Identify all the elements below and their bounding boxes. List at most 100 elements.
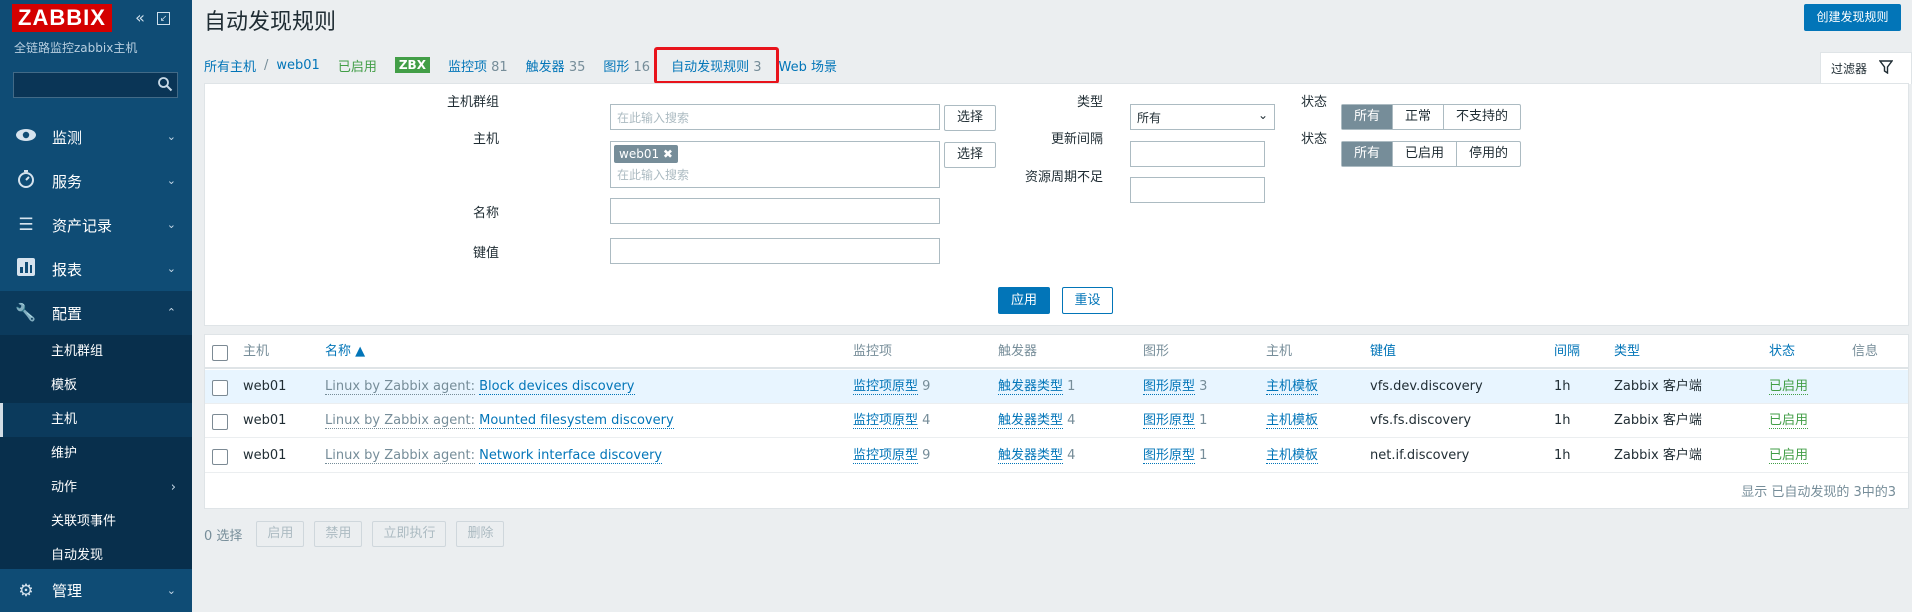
menu-services[interactable]: 服务 ⌄	[0, 159, 192, 203]
select-all-checkbox[interactable]	[212, 345, 228, 361]
rule-name-link[interactable]: Network interface discovery	[479, 448, 663, 464]
reset-button[interactable]: 重设	[1062, 287, 1113, 314]
submenu-hosts[interactable]: 主机	[0, 403, 192, 437]
disable-button[interactable]: 禁用	[314, 521, 363, 547]
col-name-sortable[interactable]: 名称 ▲	[325, 335, 365, 369]
double-chevron-left-icon[interactable]: «	[131, 9, 149, 27]
keep-lost-input[interactable]	[1130, 177, 1265, 203]
count: 4	[1067, 448, 1076, 463]
menu-configuration[interactable]: 🔧 配置 ⌃	[0, 291, 192, 335]
host-status-enabled[interactable]: 已启用	[338, 56, 377, 75]
cell-interval: 1h	[1554, 379, 1571, 394]
graph-prototypes-link[interactable]: 图形原型	[1143, 448, 1196, 464]
status-radio-group: 所有 已启用 停用的	[1341, 141, 1522, 167]
item-prototypes-link[interactable]: 监控项原型	[853, 413, 919, 429]
host-prototypes-link[interactable]: 主机模板	[1266, 448, 1319, 464]
trigger-prototypes-link[interactable]: 触发器类型	[998, 413, 1064, 429]
update-interval-input[interactable]	[1130, 141, 1265, 167]
filter-tab[interactable]: 过滤器	[1820, 52, 1912, 84]
tab-web-scenarios[interactable]: Web 场景	[779, 56, 837, 75]
status-enabled[interactable]: 已启用	[1393, 142, 1458, 166]
key-label: 键值	[472, 246, 499, 261]
remove-icon[interactable]: ✖	[663, 147, 673, 161]
table-header: 主机 名称 ▲ 监控项 触发器 图形 主机 键值 间隔 类型 状态 信息	[205, 335, 1908, 369]
menu-administration[interactable]: ⚙ 管理 ⌄	[0, 569, 192, 612]
search-icon[interactable]	[157, 76, 173, 96]
menu-reports[interactable]: 报表 ⌄	[0, 247, 192, 291]
host-groups-select-button[interactable]: 选择	[944, 105, 996, 131]
expand-icon[interactable]: ↙	[157, 12, 170, 25]
col-type-sortable[interactable]: 类型	[1614, 335, 1640, 369]
status-label: 状态	[1300, 132, 1327, 147]
crumb-separator: /	[264, 57, 269, 73]
hosts-multiselect[interactable]: web01 ✖ 在此输入搜索	[610, 141, 940, 188]
cell-status: 已启用	[1769, 439, 1809, 473]
col-key-sortable[interactable]: 键值	[1370, 335, 1396, 369]
crumb-host[interactable]: web01	[276, 58, 319, 73]
menu-monitoring[interactable]: 监测 ⌄	[0, 115, 192, 159]
table-row: web01 Linux by Zabbix agent: Network int…	[205, 439, 1908, 473]
submenu-templates[interactable]: 模板	[0, 369, 192, 403]
status-toggle-link[interactable]: 已启用	[1769, 413, 1809, 429]
cell-name: Linux by Zabbix agent: Block devices dis…	[325, 370, 635, 404]
status-disabled[interactable]: 停用的	[1457, 142, 1520, 166]
delete-button[interactable]: 删除	[456, 521, 505, 547]
status-toggle-link[interactable]: 已启用	[1769, 379, 1809, 395]
tab-triggers[interactable]: 触发器 35	[526, 56, 586, 75]
item-prototypes-link[interactable]: 监控项原型	[853, 379, 919, 395]
template-link[interactable]: Linux by Zabbix agent:	[325, 448, 475, 464]
crumb-all-hosts[interactable]: 所有主机	[204, 56, 256, 75]
submenu-maintenance[interactable]: 维护	[0, 437, 192, 471]
graph-prototypes-link[interactable]: 图形原型	[1143, 413, 1196, 429]
status-all[interactable]: 所有	[1342, 142, 1394, 166]
cell-key: net.if.discovery	[1370, 448, 1470, 463]
cell-name: Linux by Zabbix agent: Network interface…	[325, 439, 663, 473]
host-groups-input[interactable]: 在此输入搜索	[610, 104, 940, 130]
type-select-value: 所有	[1137, 111, 1162, 125]
configuration-submenu: 主机群组 模板 主机 维护 动作 › 关联项事件 自动发现	[0, 335, 192, 573]
apply-button[interactable]: 应用	[998, 287, 1050, 314]
state-unsupported[interactable]: 不支持的	[1444, 105, 1520, 129]
hosts-select-button[interactable]: 选择	[944, 142, 996, 168]
sidebar-search-input[interactable]	[13, 72, 178, 98]
template-link[interactable]: Linux by Zabbix agent:	[325, 379, 475, 395]
state-all[interactable]: 所有	[1342, 105, 1394, 129]
submenu-discovery[interactable]: 自动发现	[0, 539, 192, 573]
submenu-host-groups[interactable]: 主机群组	[0, 335, 192, 369]
host-prototypes-link[interactable]: 主机模板	[1266, 413, 1319, 429]
host-prototypes-link[interactable]: 主机模板	[1266, 379, 1319, 395]
create-discovery-rule-button[interactable]: 创建发现规则	[1804, 4, 1901, 31]
rule-name-link[interactable]: Mounted filesystem discovery	[479, 413, 674, 429]
cell-key: vfs.fs.discovery	[1370, 413, 1472, 428]
state-normal[interactable]: 正常	[1393, 105, 1445, 129]
zabbix-logo[interactable]: ZABBIX	[12, 4, 112, 32]
trigger-prototypes-link[interactable]: 触发器类型	[998, 379, 1064, 395]
execute-now-button[interactable]: 立即执行	[372, 521, 447, 547]
name-input[interactable]	[610, 198, 940, 224]
template-link[interactable]: Linux by Zabbix agent:	[325, 413, 475, 429]
tab-graphs[interactable]: 图形 16	[603, 56, 650, 75]
submenu-actions[interactable]: 动作 ›	[0, 471, 192, 505]
row-checkbox[interactable]	[212, 414, 228, 430]
host-tag[interactable]: web01 ✖	[614, 145, 678, 163]
col-interval-sortable[interactable]: 间隔	[1554, 335, 1580, 369]
tab-discovery-rules[interactable]: 自动发现规则 3	[654, 46, 779, 84]
rule-name-link[interactable]: Block devices discovery	[479, 379, 635, 395]
type-select[interactable]: 所有 ⌄	[1130, 104, 1275, 130]
row-checkbox[interactable]	[212, 449, 228, 465]
zbx-availability-badge: ZBX	[394, 57, 430, 73]
item-prototypes-link[interactable]: 监控项原型	[853, 448, 919, 464]
enable-button[interactable]: 启用	[256, 521, 305, 547]
tab-items[interactable]: 监控项 81	[448, 56, 508, 75]
key-input[interactable]	[610, 238, 940, 264]
funnel-icon	[1878, 59, 1894, 78]
row-checkbox[interactable]	[212, 380, 228, 396]
count: 1	[1199, 413, 1208, 428]
graph-prototypes-link[interactable]: 图形原型	[1143, 379, 1196, 395]
col-status-sortable[interactable]: 状态	[1769, 335, 1795, 369]
trigger-prototypes-link[interactable]: 触发器类型	[998, 448, 1064, 464]
submenu-correlation[interactable]: 关联项事件	[0, 505, 192, 539]
cell-host: web01	[243, 413, 287, 428]
menu-inventory[interactable]: ☰ 资产记录 ⌄	[0, 203, 192, 247]
status-toggle-link[interactable]: 已启用	[1769, 448, 1809, 464]
